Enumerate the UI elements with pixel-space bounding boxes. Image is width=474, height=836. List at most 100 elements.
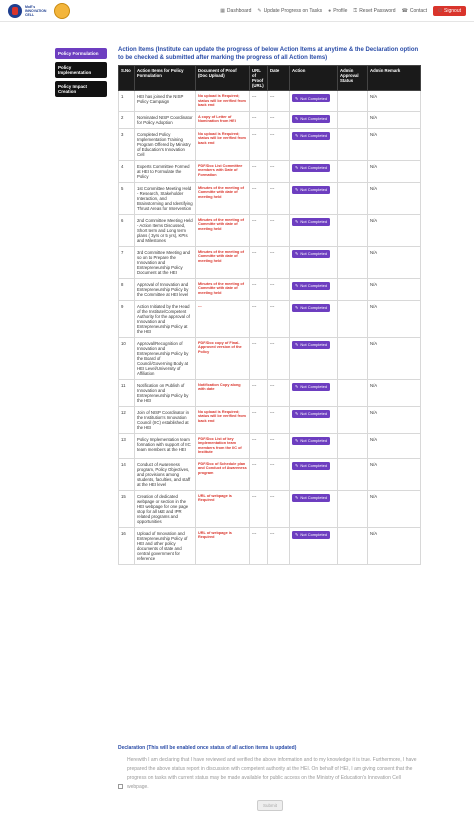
admin-approval-status (337, 299, 368, 338)
nav-signout[interactable]: ⏻ Signout (433, 5, 466, 16)
nav-profile[interactable]: ● Profile (328, 8, 347, 14)
date-cell: --- (267, 336, 290, 380)
admin-remark: N/A (367, 432, 421, 459)
proof-text: URL of webpage is Required (198, 493, 232, 503)
admin-remark: N/A (367, 181, 421, 215)
button-label: Not Completed (300, 251, 328, 256)
admin-approval-status (337, 213, 368, 247)
table-row: 14 Conduct of Awareness program, Policy O… (118, 457, 421, 491)
nav-reset-password[interactable]: ⚿ Reset Password (353, 8, 395, 14)
admin-approval-status (337, 127, 368, 161)
proof-requirement: No upload is Required; status will be ve… (195, 90, 250, 112)
admin-remark: N/A (367, 299, 421, 338)
proof-text: PDF/Doc of Schedule plan and Conduct of … (198, 461, 247, 475)
column-header: Date (267, 65, 290, 91)
sidebar-item-policy-formulation[interactable]: Policy Formulation (55, 48, 107, 59)
row-number: 2 (118, 110, 135, 129)
proof-url: --- (249, 90, 268, 112)
admin-remark: N/A (367, 159, 421, 183)
proof-text: A copy of Letter of Nomination from HEI (198, 114, 236, 124)
phone-icon: ☎ (401, 7, 408, 14)
proof-requirement: --- (195, 299, 250, 338)
table-row: 15 Creation of dedicated webpage or secti… (118, 489, 421, 528)
admin-approval-status (337, 245, 368, 279)
button-label: Not Completed (300, 384, 328, 389)
column-header: URL of Proof (URL) (249, 65, 268, 91)
sidebar-item-policy-implementation[interactable]: Policy Implementation (55, 62, 107, 78)
not-completed-button[interactable]: ✎ Not Completed (292, 530, 331, 539)
innovation-cell-logo-mark (8, 3, 22, 18)
not-completed-button[interactable]: ✎ Not Completed (292, 281, 331, 290)
row-number: 16 (118, 526, 135, 565)
admin-remark: N/A (367, 245, 421, 279)
government-emblem-logo (54, 2, 70, 19)
dashboard-icon: ▦ (220, 7, 225, 14)
submit-button[interactable]: Submit (257, 800, 284, 811)
proof-url: --- (249, 378, 268, 407)
edit-icon: ✎ (295, 251, 299, 256)
nav-update-progress-on-tasks[interactable]: ✎ Update Progress on Tasks (257, 8, 322, 14)
action-item-text: Nominated NISP Coordinator for Policy Ad… (134, 110, 196, 129)
admin-approval-status (337, 336, 368, 380)
action-item-text: Completed Policy Implementation Training… (134, 127, 196, 161)
proof-text: Minutes of the meeting of Committe with … (198, 217, 244, 231)
proof-requirement: PDF/Doc List of key implementation team … (195, 432, 250, 459)
table-row: 1 HEI has joined the NISP Policy Campaign… (118, 90, 421, 112)
admin-approval-status (337, 378, 368, 407)
action-cell: ✎ Not Completed (289, 277, 338, 301)
table-row: 13 Policy Implementation team formation w… (118, 432, 421, 459)
not-completed-button[interactable]: ✎ Not Completed (292, 217, 331, 226)
proof-url: --- (249, 181, 268, 215)
not-completed-button[interactable]: ✎ Not Completed (292, 114, 331, 123)
not-completed-button[interactable]: ✎ Not Completed (292, 131, 331, 140)
admin-approval-status (337, 110, 368, 129)
not-completed-button[interactable]: ✎ Not Completed (292, 409, 331, 418)
not-completed-button[interactable]: ✎ Not Completed (292, 94, 331, 102)
nav-contact[interactable]: ☎ Contact (402, 8, 427, 14)
action-cell: ✎ Not Completed (289, 336, 338, 380)
date-cell: --- (267, 457, 290, 491)
not-completed-button[interactable]: ✎ Not Completed (292, 493, 331, 502)
not-completed-button[interactable]: ✎ Not Completed (292, 382, 331, 391)
table-row: 6 2nd Committee Meeting Held - Action Ite… (118, 213, 421, 247)
nav-dashboard[interactable]: ▦ Dashboard (220, 8, 251, 14)
not-completed-button[interactable]: ✎ Not Completed (292, 185, 331, 194)
edit-icon: ✎ (295, 219, 299, 224)
edit-icon: ✎ (295, 438, 299, 443)
action-cell: ✎ Not Completed (289, 457, 338, 491)
not-completed-button[interactable]: ✎ Not Completed (292, 163, 331, 172)
column-header: S.No (118, 65, 135, 91)
not-completed-button[interactable]: ✎ Not Completed (292, 461, 331, 470)
row-number: 6 (118, 213, 135, 247)
nav-label: Update Progress on Tasks (263, 7, 323, 14)
action-cell: ✎ Not Completed (289, 526, 338, 565)
edit-icon: ✎ (295, 411, 299, 416)
innovation-cell-logo[interactable]: MoE's INNOVATION CELL (8, 3, 49, 18)
not-completed-button[interactable]: ✎ Not Completed (292, 303, 331, 312)
row-number: 8 (118, 277, 135, 301)
admin-approval-status (337, 489, 368, 528)
page-title: Action Items (Institute can update the p… (118, 47, 419, 61)
row-number: 13 (118, 432, 135, 459)
button-label: Not Completed (300, 219, 328, 224)
proof-text: No upload is Required; status will be ve… (198, 94, 246, 107)
action-item-text: Join of NISP Coordinator in the Institut… (134, 405, 196, 434)
proof-url: --- (249, 213, 268, 247)
action-item-text: HEI has joined the NISP Policy Campaign (134, 90, 196, 112)
date-cell: --- (267, 277, 290, 301)
date-cell: --- (267, 489, 290, 528)
not-completed-button[interactable]: ✎ Not Completed (292, 436, 331, 445)
proof-url: --- (249, 110, 268, 129)
proof-requirement: PDF/Doc copy of Final-Approved version o… (195, 336, 250, 380)
table-row: 10 Approval/Recognition of Innovation and… (118, 336, 421, 380)
proof-url: --- (249, 432, 268, 459)
proof-text: Minutes of the meeting of Committe with … (198, 249, 244, 263)
admin-approval-status (337, 159, 368, 183)
not-completed-button[interactable]: ✎ Not Completed (292, 340, 331, 349)
sidebar-item-policy-impact-creation[interactable]: Policy Impact Creation (55, 81, 107, 97)
proof-requirement: Minutes of the meeting of Committe with … (195, 181, 250, 215)
not-completed-button[interactable]: ✎ Not Completed (292, 249, 331, 258)
top-navbar: MoE's INNOVATION CELL ▦ Dashboard ✎ Update … (0, 0, 474, 22)
row-number: 4 (118, 159, 135, 183)
declaration-checkbox[interactable] (118, 784, 123, 789)
